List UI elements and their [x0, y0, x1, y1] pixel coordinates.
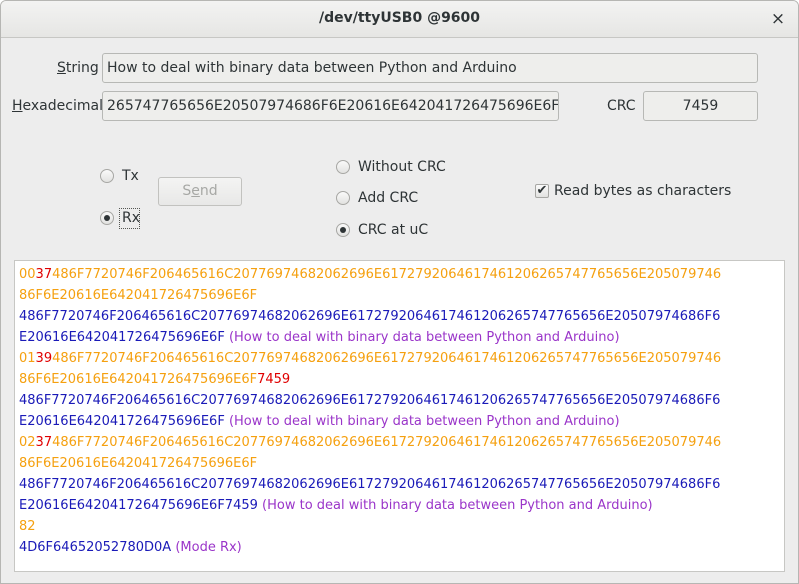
- crc-at-uc-radio[interactable]: [336, 223, 350, 237]
- without-crc-label[interactable]: Without CRC: [358, 159, 446, 175]
- log-segment: 486F7720746F206465616C20776974682062696E…: [19, 393, 721, 408]
- window-title: /dev/ttyUSB0 @9600: [318, 10, 481, 26]
- string-input[interactable]: How to deal with binary data between Pyt…: [102, 53, 758, 83]
- read-as-chars-checkbox[interactable]: ✔: [535, 184, 549, 198]
- log-line: 486F7720746F206465616C20776974682062696E…: [19, 390, 780, 411]
- string-label-mnemonic: S: [57, 60, 66, 76]
- string-label: String: [57, 60, 99, 76]
- hex-label-rest: exadecimal: [22, 98, 103, 114]
- log-segment: 39: [35, 351, 53, 366]
- log-line: 486F7720746F206465616C20776974682062696E…: [19, 474, 780, 495]
- log-segment: (How to deal with binary data between Py…: [228, 330, 620, 345]
- log-line: 0037486F7720746F206465616C20776974682062…: [19, 264, 780, 285]
- log-segment: (How to deal with binary data between Py…: [262, 498, 653, 513]
- log-segment: 486F7720746F206465616C20776974682062696E…: [52, 351, 722, 366]
- log-segment: 00: [19, 267, 36, 282]
- add-crc-radio[interactable]: [336, 191, 350, 205]
- log-segment: E20616E642041726475696E6F: [19, 414, 229, 429]
- title-bar[interactable]: /dev/ttyUSB0 @9600 ×: [1, 1, 798, 38]
- log-line: 86F6E20616E642041726475696E6F: [19, 285, 780, 306]
- hexadecimal-input[interactable]: 265747765656E20507974686F6E20616E6420417…: [102, 91, 559, 121]
- log-line: 86F6E20616E642041726475696E6F: [19, 453, 780, 474]
- log-segment: 4D6F64652052780D0A: [19, 540, 176, 555]
- hexadecimal-label: Hexadecimal: [12, 98, 103, 114]
- log-line: E20616E642041726475696E6F (How to deal w…: [19, 327, 780, 348]
- log-segment: 486F7720746F206465616C20776974682062696E…: [19, 477, 721, 492]
- send-label-end: nd: [199, 183, 218, 199]
- log-line: 82: [19, 516, 780, 537]
- log-segment: E20616E642041726475696E6F: [19, 330, 229, 345]
- read-as-chars-label[interactable]: Read bytes as characters: [554, 183, 731, 199]
- send-button[interactable]: Send: [158, 177, 242, 206]
- log-segment: 01: [19, 351, 36, 366]
- without-crc-radio[interactable]: [336, 160, 350, 174]
- log-line: 486F7720746F206465616C20776974682062696E…: [19, 306, 780, 327]
- log-segment: 86F6E20616E642041726475696E6F: [19, 456, 258, 471]
- log-line: 0139486F7720746F206465616C20776974682062…: [19, 348, 780, 369]
- log-segment: 486F7720746F206465616C20776974682062696E…: [52, 435, 722, 450]
- log-segment: 486F7720746F206465616C20776974682062696E…: [19, 309, 721, 324]
- log-segment: (Mode Rx): [175, 540, 242, 555]
- log-segment: 37: [35, 267, 53, 282]
- log-line: 86F6E20616E642041726475696E6F7459: [19, 369, 780, 390]
- close-icon[interactable]: ×: [768, 9, 788, 29]
- log-segment: 86F6E20616E642041726475696E6F: [19, 372, 258, 387]
- log-segment: 486F7720746F206465616C20776974682062696E…: [52, 267, 722, 282]
- send-label-mnemonic: e: [191, 183, 200, 199]
- log-line: 4D6F64652052780D0A (Mode Rx): [19, 537, 780, 558]
- add-crc-label[interactable]: Add CRC: [358, 190, 418, 206]
- log-segment: 7459: [257, 372, 291, 387]
- crc-label: CRC: [607, 98, 636, 114]
- log-segment: 02: [19, 435, 36, 450]
- rx-radio[interactable]: [100, 211, 114, 225]
- crc-at-uc-label[interactable]: CRC at uC: [358, 222, 428, 238]
- hex-label-mnemonic: H: [12, 98, 23, 114]
- log-line: E20616E642041726475696E6F (How to deal w…: [19, 411, 780, 432]
- log-line: 0237486F7720746F206465616C20776974682062…: [19, 432, 780, 453]
- log-segment: E20616E642041726475696E6F7459: [19, 498, 263, 513]
- crc-input[interactable]: 7459: [643, 91, 758, 121]
- log-segment: (How to deal with binary data between Py…: [228, 414, 620, 429]
- tx-radio[interactable]: [100, 169, 114, 183]
- log-segment: 86F6E20616E642041726475696E6F: [19, 288, 258, 303]
- log-segment: 82: [19, 519, 36, 534]
- string-label-rest: tring: [65, 60, 99, 76]
- serial-log[interactable]: 0037486F7720746F206465616C20776974682062…: [14, 260, 785, 572]
- tx-label[interactable]: Tx: [122, 168, 139, 184]
- rx-label[interactable]: Rx: [122, 210, 140, 226]
- serial-window: /dev/ttyUSB0 @9600 × String How to deal …: [0, 0, 799, 584]
- log-segment: 37: [35, 435, 53, 450]
- send-label-start: S: [182, 183, 192, 199]
- log-line: E20616E642041726475696E6F7459 (How to de…: [19, 495, 780, 516]
